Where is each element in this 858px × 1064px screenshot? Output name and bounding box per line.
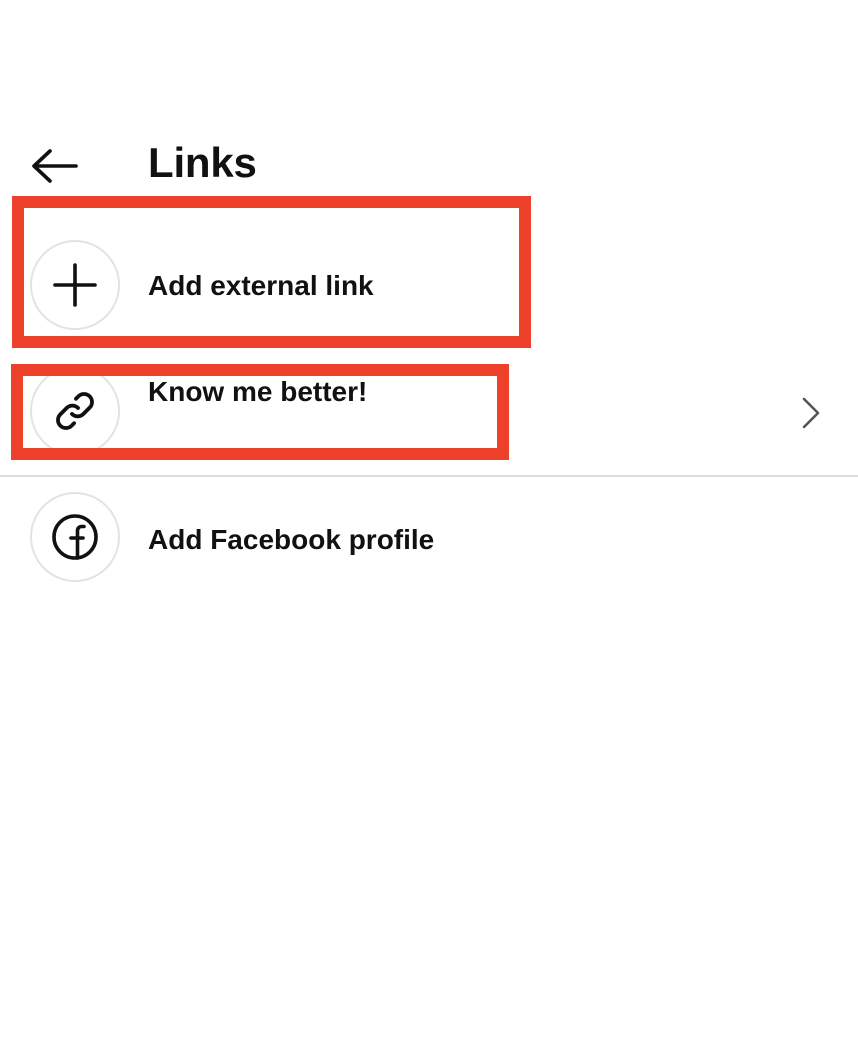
plus-icon xyxy=(53,263,97,307)
plus-icon-circle xyxy=(30,240,120,330)
divider xyxy=(0,475,858,477)
chevron-right-icon[interactable] xyxy=(800,396,822,430)
add-external-link-label: Add external link xyxy=(148,270,374,301)
facebook-icon xyxy=(52,514,98,560)
arrow-left-icon[interactable] xyxy=(28,146,80,186)
back-button[interactable] xyxy=(26,140,82,192)
know-me-better-link-row[interactable]: Know me better! xyxy=(0,358,858,466)
know-me-better-label: Know me better! xyxy=(148,376,368,407)
link-icon xyxy=(56,392,94,430)
add-external-link-row[interactable]: Add external link xyxy=(0,230,858,340)
page-title: Links xyxy=(148,139,257,186)
facebook-icon-circle xyxy=(30,492,120,582)
add-facebook-profile-label: Add Facebook profile xyxy=(148,524,435,555)
link-icon-circle xyxy=(30,366,120,456)
add-facebook-profile-row[interactable]: Add Facebook profile xyxy=(0,484,858,594)
